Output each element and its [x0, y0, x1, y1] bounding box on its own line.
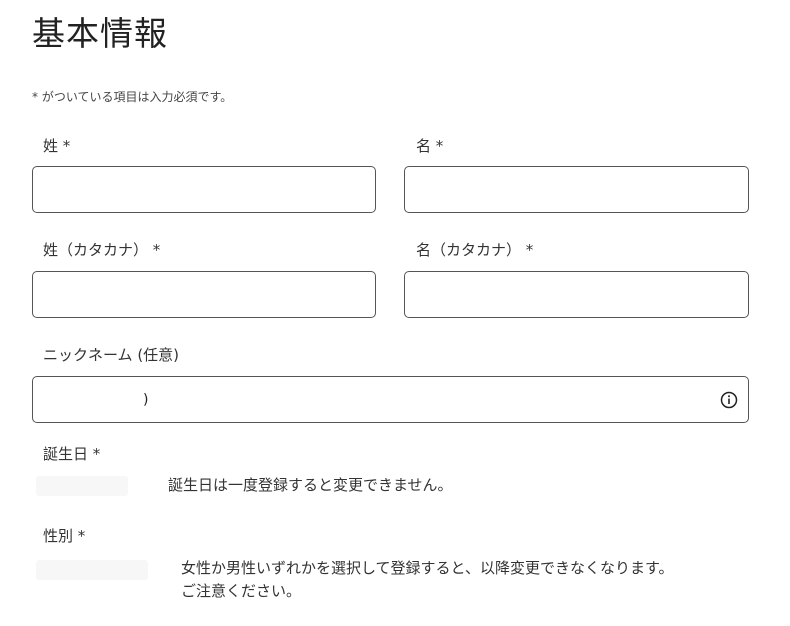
birthday-note: 誕生日は一度登録すると変更できません。: [168, 476, 453, 494]
first-name-field[interactable]: [404, 166, 749, 213]
first-name-kana-input[interactable]: [405, 272, 748, 317]
last-name-kana-input[interactable]: [33, 272, 375, 317]
text-caret: ): [143, 392, 149, 408]
gender-label: 性別 *: [43, 527, 86, 545]
first-name-label: 名 *: [416, 137, 444, 155]
first-name-input[interactable]: [405, 167, 748, 212]
last-name-field[interactable]: [32, 166, 376, 213]
required-note: * がついている項目は入力必須です。: [32, 90, 233, 104]
nickname-label: ニックネーム (任意): [43, 346, 180, 364]
last-name-kana-label: 姓（カタカナ） *: [43, 241, 161, 259]
gender-note-line-1: 女性か男性いずれかを選択して登録すると、以降変更できなくなります。: [181, 559, 674, 577]
nickname-input[interactable]: [33, 377, 748, 422]
birthday-selector[interactable]: [36, 476, 128, 496]
last-name-kana-field[interactable]: [32, 271, 376, 318]
first-name-kana-field[interactable]: [404, 271, 749, 318]
page-title: 基本情報: [32, 14, 168, 53]
last-name-input[interactable]: [33, 167, 375, 212]
birthday-label: 誕生日 *: [43, 445, 101, 463]
nickname-field[interactable]: ): [32, 376, 749, 423]
gender-note-line-2: ご注意ください。: [181, 582, 302, 600]
last-name-label: 姓 *: [43, 137, 71, 155]
first-name-kana-label: 名（カタカナ） *: [416, 241, 534, 259]
gender-selector[interactable]: [36, 560, 148, 580]
info-icon[interactable]: [716, 387, 742, 413]
